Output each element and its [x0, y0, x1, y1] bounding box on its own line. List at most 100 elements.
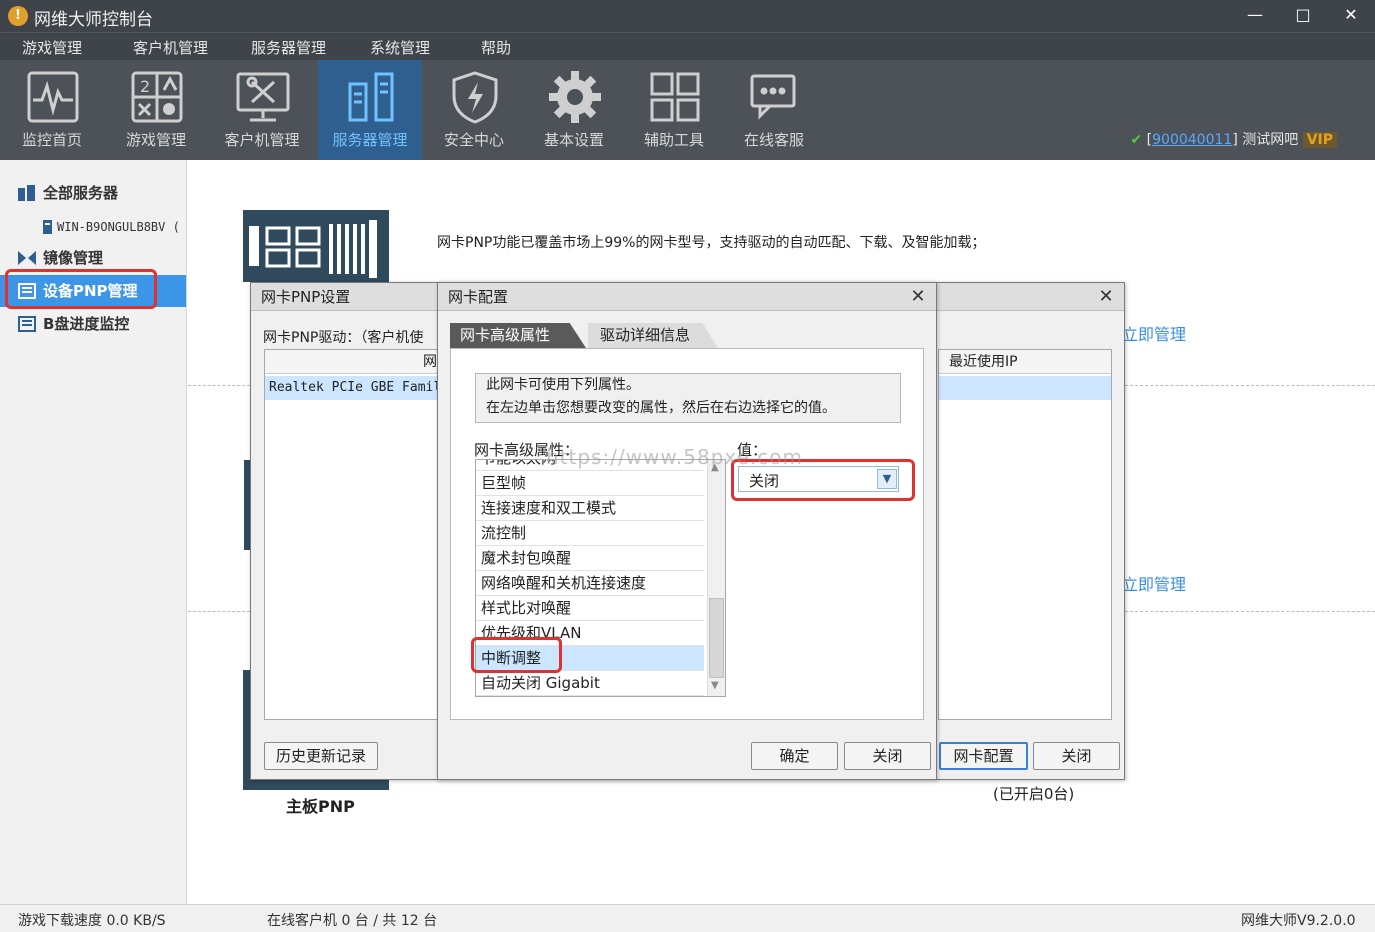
menu-system-manage[interactable]: 系统管理 — [370, 37, 430, 58]
tab-driver-details[interactable]: 驱动详细信息 — [588, 323, 718, 348]
info-box: 此网卡可使用下列属性。 在左边单击您想要改变的属性，然后在右边选择它的值。 — [475, 373, 901, 423]
divider — [1125, 611, 1375, 612]
tool-label: 监控首页 — [21, 131, 82, 149]
left-sidebar: 全部服务器 WIN-B9ONGULB8BV ( 镜像管理 设备PNP管理 B盘进… — [0, 160, 187, 904]
scrollbar[interactable]: ▲ ▼ — [707, 460, 725, 696]
svg-text:2: 2 — [140, 77, 150, 96]
grid-icon — [650, 72, 700, 122]
check-icon: ✔ — [1130, 132, 1143, 148]
bracket-close: ] — [1232, 132, 1238, 148]
sidebar-item-server-node[interactable]: WIN-B9ONGULB8BV ( — [0, 211, 186, 243]
tool-label: 客户机管理 — [224, 131, 300, 149]
app-logo-icon: ! — [8, 6, 28, 26]
tool-client-manage[interactable]: 客户机管理 — [210, 60, 314, 160]
tool-label: 服务器管理 — [332, 131, 408, 149]
app-version: 网维大师V9.2.0.0 — [1241, 913, 1356, 929]
motherboard-label: 主板PNP — [286, 797, 355, 816]
pnp-driver-label: 网卡PNP驱动：（客户机使 — [263, 330, 424, 346]
close-button[interactable]: 关闭 — [1033, 742, 1120, 770]
scroll-thumb[interactable] — [709, 598, 724, 678]
download-speed: 游戏下载速度 0.0 KB/S — [18, 913, 166, 929]
window-title: 网维大师控制台 — [34, 10, 153, 30]
device-list-icon — [18, 316, 36, 332]
highlight-sidebar-pnp — [5, 269, 157, 309]
maximize-button[interactable]: □ — [1280, 0, 1326, 32]
tool-label: 辅助工具 — [643, 131, 704, 149]
manage-link-1[interactable]: 立即管理 — [1122, 321, 1186, 345]
tool-label: 在线客服 — [743, 131, 804, 149]
list-item[interactable]: 网络唤醒和关机连接速度 — [476, 571, 704, 596]
pnp-description: 网卡PNP功能已覆盖市场上99%的网卡型号，支持驱动的自动匹配、下载、及智能加载… — [437, 235, 986, 251]
scroll-down-icon[interactable]: ▼ — [711, 680, 719, 691]
tool-aux-tools[interactable]: 辅助工具 — [622, 60, 726, 160]
list-item[interactable] — [939, 376, 1111, 400]
menu-game-manage[interactable]: 游戏管理 — [22, 37, 82, 58]
tab-advanced-properties[interactable]: 网卡高级属性 — [450, 323, 586, 348]
menu-bar: 游戏管理 客户机管理 服务器管理 系统管理 帮助 — [0, 32, 1375, 60]
menu-help[interactable]: 帮助 — [481, 37, 511, 58]
main-toolbar: 监控首页 2 游戏管理 客户机管理 服务器管理 安全中心 基本设置 辅助工具 在… — [0, 60, 1375, 160]
online-clients: 在线客户机 0 台 / 共 12 台 — [267, 913, 438, 929]
tool-label: 游戏管理 — [125, 131, 186, 149]
tool-label: 基本设置 — [543, 131, 604, 149]
list-item[interactable]: 样式比对唤醒 — [476, 596, 704, 621]
server-node-icon — [43, 220, 52, 234]
tool-online-service[interactable]: 在线客服 — [722, 60, 826, 160]
info-line-2: 在左边单击您想要改变的属性，然后在右边选择它的值。 — [486, 400, 836, 416]
manage-link-2[interactable]: 立即管理 — [1122, 571, 1186, 595]
list-item[interactable]: 连接速度和双工模式 — [476, 496, 704, 521]
status-bar: 游戏下载速度 0.0 KB/S 在线客户机 0 台 / 共 12 台 网维大师V… — [0, 904, 1375, 932]
server-icon — [348, 72, 394, 122]
list-item[interactable]: Realtek PCIe GBE Family — [265, 376, 439, 400]
server-list-icon — [18, 185, 35, 201]
close-icon[interactable]: ✕ — [906, 283, 930, 311]
tab-panel: 此网卡可使用下列属性。 在左边单击您想要改变的属性，然后在右边选择它的值。 网卡… — [450, 348, 924, 720]
close-icon[interactable]: ✕ — [1094, 283, 1118, 311]
sidebar-item-all-servers[interactable]: 全部服务器 — [0, 177, 186, 209]
list-item[interactable]: 自动关闭 Gigabit — [476, 671, 704, 696]
tools-monitor-icon — [236, 72, 290, 122]
list-item[interactable]: 巨型帧 — [476, 471, 704, 496]
pnp-driver-list[interactable]: 网 Realtek PCIe GBE Family — [264, 349, 440, 720]
column-header-ip[interactable]: 最近使用IP — [939, 350, 1111, 374]
enabled-count: (已开启0台) — [993, 785, 1075, 803]
watermark: https://www.58pxe.com — [546, 445, 804, 469]
network-card-image — [243, 210, 389, 282]
ok-button[interactable]: 确定 — [751, 742, 838, 770]
close-window-button[interactable]: ✕ — [1328, 0, 1374, 32]
mirror-icon — [18, 251, 36, 265]
sidebar-item-label: B盘进度监控 — [43, 315, 130, 333]
game-cards-icon: 2 — [131, 71, 183, 123]
close-button[interactable]: 关闭 — [844, 742, 931, 770]
tool-monitor-home[interactable]: 监控首页 — [0, 60, 104, 160]
list-item[interactable]: 魔术封包唤醒 — [476, 546, 704, 571]
account-id-link[interactable]: 900040011 — [1152, 132, 1232, 148]
client-ip-list[interactable]: 最近使用IP — [938, 349, 1112, 720]
sidebar-item-disk-monitor[interactable]: B盘进度监控 — [0, 308, 186, 340]
account-name: 测试网吧 — [1242, 132, 1299, 148]
column-header[interactable]: 网 — [265, 350, 439, 374]
nic-config-button[interactable]: 网卡配置 — [939, 742, 1028, 770]
account-info: ✔ [900040011] 测试网吧 VIP — [1130, 129, 1337, 149]
sidebar-item-label: 全部服务器 — [43, 184, 119, 202]
menu-client-manage[interactable]: 客户机管理 — [133, 37, 208, 58]
list-item[interactable]: 流控制 — [476, 521, 704, 546]
tool-server-manage[interactable]: 服务器管理 — [318, 60, 422, 160]
monitor-pulse-icon — [27, 71, 79, 123]
tool-basic-settings[interactable]: 基本设置 — [522, 60, 626, 160]
divider — [188, 611, 250, 612]
highlight-selected-property — [471, 637, 562, 673]
divider — [188, 385, 250, 386]
history-button[interactable]: 历史更新记录 — [264, 742, 378, 770]
tool-game-manage[interactable]: 2 游戏管理 — [104, 60, 208, 160]
tool-security-center[interactable]: 安全中心 — [422, 60, 526, 160]
minimize-button[interactable]: — — [1232, 0, 1278, 32]
info-line-1: 此网卡可使用下列属性。 — [486, 377, 640, 393]
title-bar: ! 网维大师控制台 — □ ✕ — [0, 0, 1375, 32]
sidebar-item-label: WIN-B9ONGULB8BV ( — [57, 220, 180, 234]
shield-bolt-icon — [452, 71, 498, 124]
gear-icon — [549, 71, 601, 123]
menu-server-manage[interactable]: 服务器管理 — [251, 37, 326, 58]
vip-badge: VIP — [1302, 132, 1337, 148]
divider — [1125, 385, 1375, 386]
